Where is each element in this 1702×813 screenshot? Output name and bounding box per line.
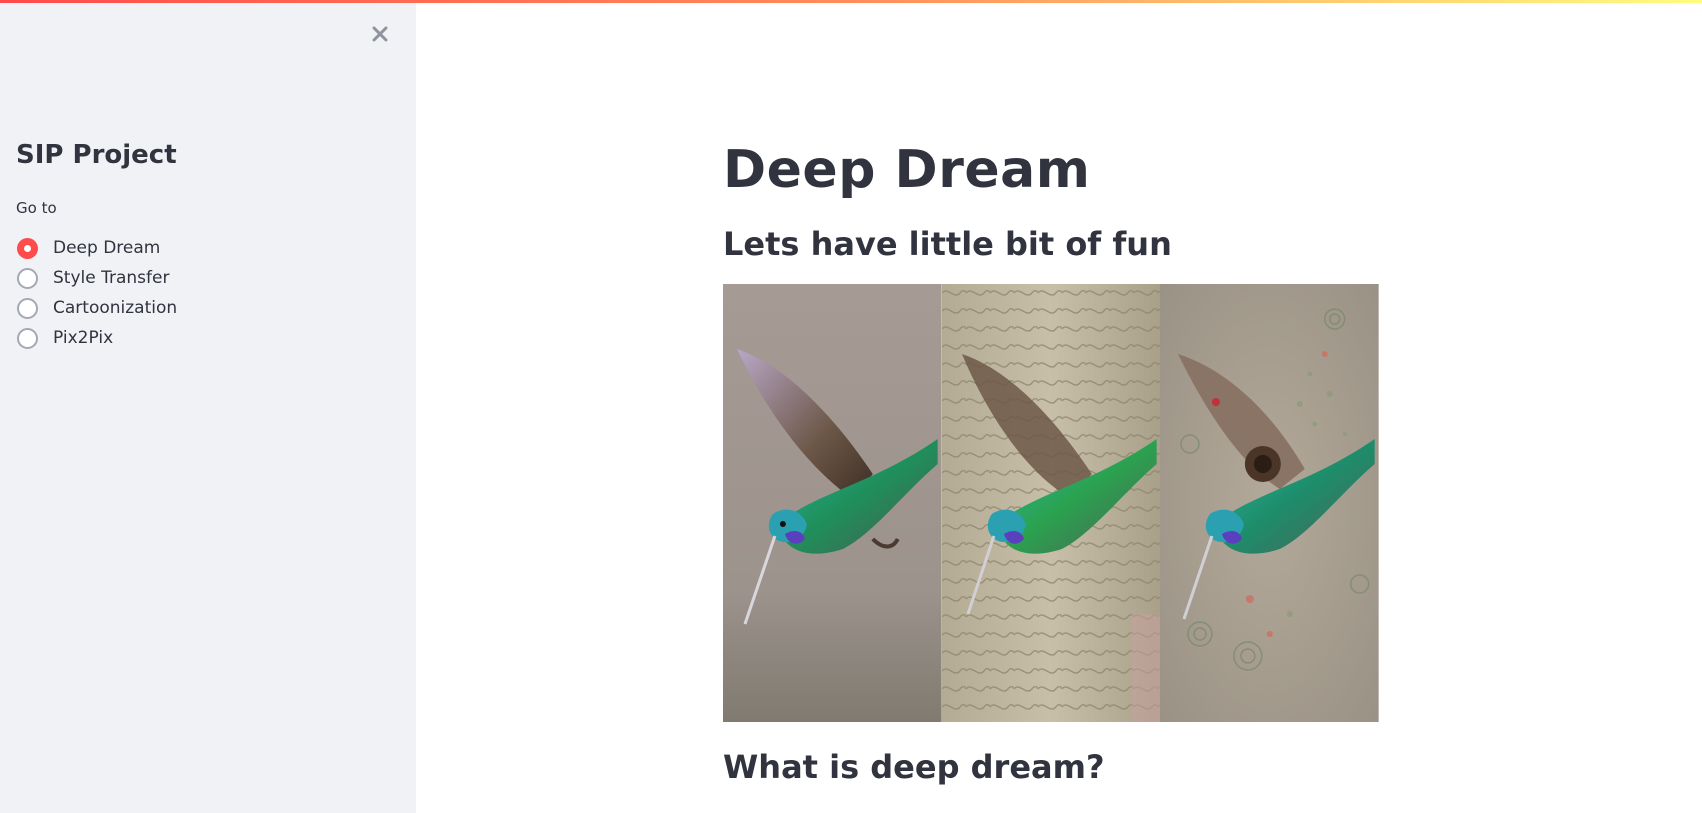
radio-option-deep-dream[interactable]: Deep Dream	[17, 233, 177, 263]
radio-option-label: Pix2Pix	[53, 328, 114, 348]
radio-unselected-icon	[17, 297, 38, 319]
radio-option-label: Cartoonization	[53, 298, 178, 318]
sidebar: SIP Project Go to Deep Dream Style Trans…	[0, 0, 416, 813]
radio-unselected-icon	[17, 327, 38, 349]
radio-option-label: Deep Dream	[53, 238, 161, 258]
deep-dream-hummingbird-image	[723, 284, 1379, 722]
page-subtitle: Lets have little bit of fun	[723, 225, 1172, 263]
radio-group-label: Go to	[16, 199, 57, 217]
radio-unselected-icon	[17, 267, 38, 289]
close-icon	[372, 26, 388, 42]
deep-dream-psychedelic-panel	[1160, 284, 1379, 722]
section-heading-what-is-deep-dream: What is deep dream?	[723, 748, 1105, 786]
sidebar-title: SIP Project	[16, 140, 177, 170]
radio-option-label: Style Transfer	[53, 268, 170, 288]
original-hummingbird-panel	[723, 284, 942, 722]
close-sidebar-button[interactable]	[364, 18, 396, 50]
radio-option-pix2pix[interactable]: Pix2Pix	[17, 323, 177, 353]
page-title: Deep Dream	[723, 140, 1091, 200]
deep-dream-textured-panel	[941, 284, 1161, 722]
navigation-radio-group: Deep Dream Style Transfer Cartoonization…	[17, 233, 177, 353]
radio-option-style-transfer[interactable]: Style Transfer	[17, 263, 177, 293]
radio-option-cartoonization[interactable]: Cartoonization	[17, 293, 177, 323]
radio-selected-icon	[17, 237, 38, 259]
top-decoration-bar	[0, 0, 1702, 3]
